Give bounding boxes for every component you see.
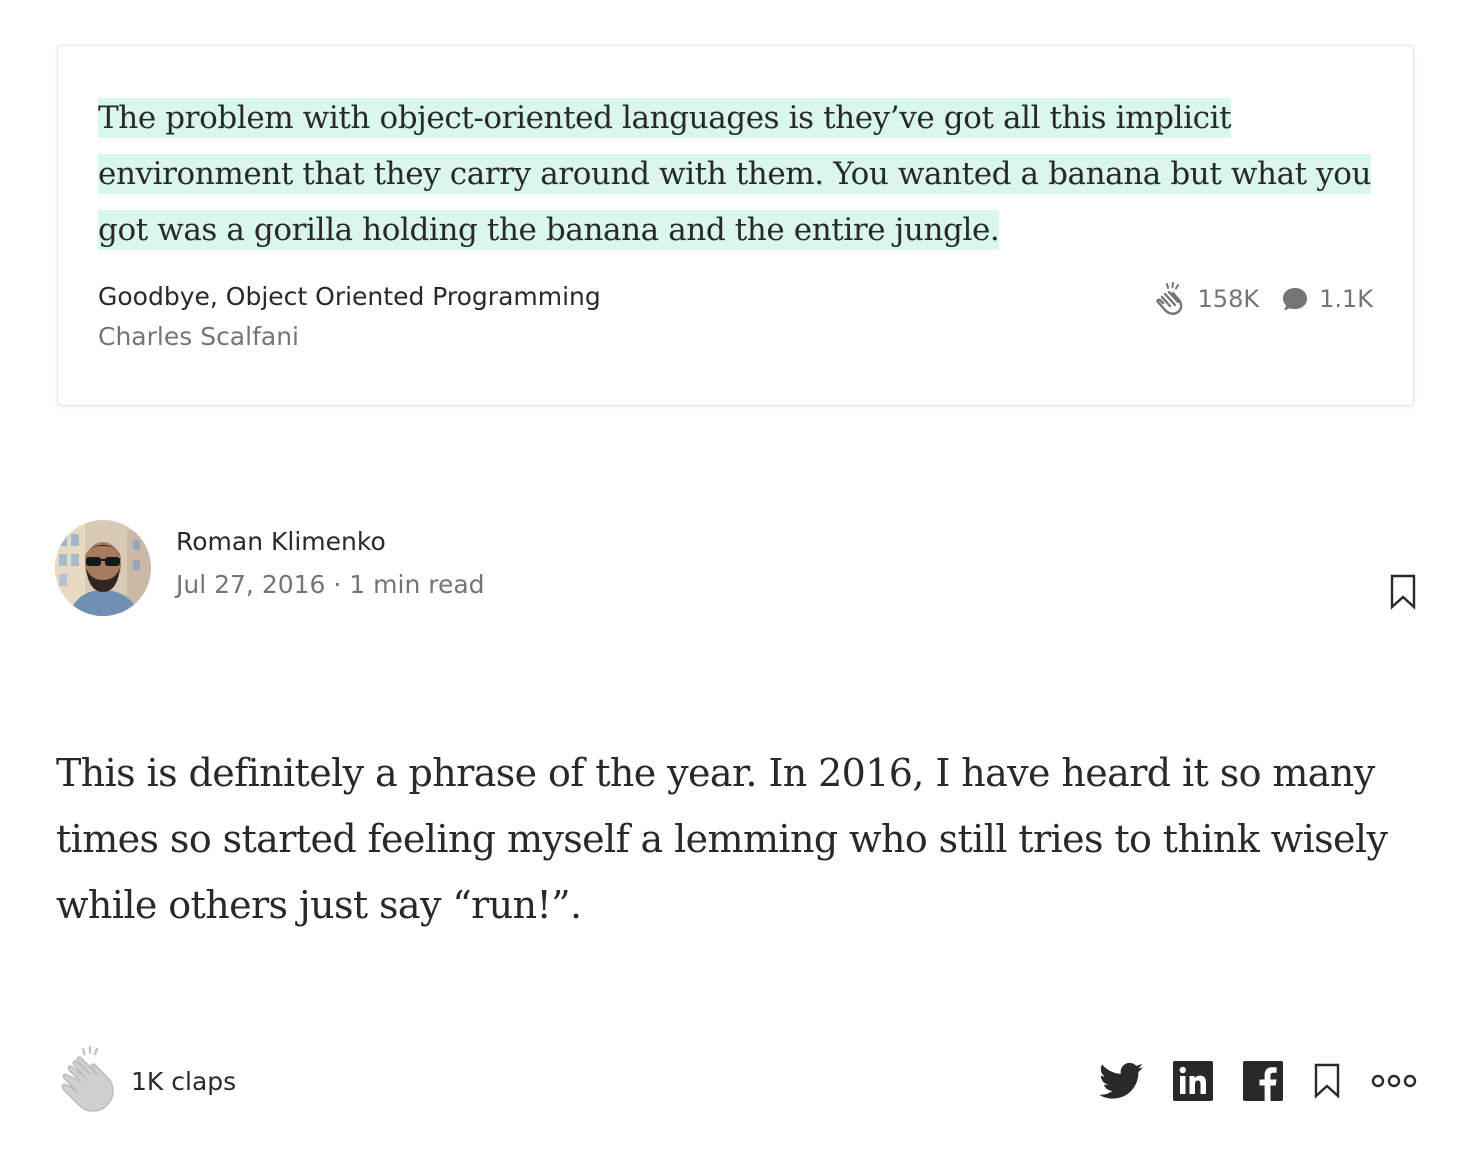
- author-avatar[interactable]: [55, 520, 151, 616]
- quote-card[interactable]: The problem with object-oriented languag…: [57, 45, 1414, 406]
- clap-button-icon[interactable]: [57, 1045, 123, 1115]
- author-row: Roman Klimenko Jul 27, 2016 · 1 min read: [55, 520, 1417, 620]
- claps-count: 158K: [1197, 285, 1260, 313]
- author-name[interactable]: Roman Klimenko: [176, 527, 386, 556]
- source-article-title[interactable]: Goodbye, Object Oriented Programming: [98, 282, 601, 311]
- quote-text: The problem with object-oriented languag…: [98, 90, 1388, 258]
- claps-stat: 158K: [1155, 282, 1260, 316]
- responses-count: 1.1K: [1319, 285, 1373, 313]
- read-time: 1 min read: [349, 570, 485, 599]
- bookmark-icon[interactable]: [1389, 574, 1417, 610]
- responses-stat: 1.1K: [1281, 285, 1373, 313]
- facebook-icon[interactable]: [1243, 1061, 1283, 1101]
- card-stats: 158K 1.1K: [1155, 282, 1373, 316]
- post-meta: Jul 27, 2016 · 1 min read: [176, 570, 485, 599]
- twitter-icon[interactable]: [1099, 1062, 1143, 1100]
- linkedin-icon[interactable]: [1173, 1061, 1213, 1101]
- quote-highlight: The problem with object-oriented languag…: [98, 98, 1372, 250]
- post-footer: 1K claps: [57, 1045, 1417, 1115]
- more-icon[interactable]: [1371, 1073, 1417, 1089]
- claps-label: 1K claps: [131, 1067, 237, 1096]
- bookmark-icon[interactable]: [1313, 1063, 1341, 1099]
- post-date: Jul 27, 2016: [176, 570, 326, 599]
- meta-separator: ·: [333, 570, 342, 599]
- share-actions: [1099, 1061, 1417, 1101]
- response-bubble-icon: [1283, 288, 1308, 311]
- clap-icon: [1155, 282, 1182, 315]
- post-body: This is definitely a phrase of the year.…: [56, 751, 1388, 927]
- source-article-author[interactable]: Charles Scalfani: [98, 322, 299, 351]
